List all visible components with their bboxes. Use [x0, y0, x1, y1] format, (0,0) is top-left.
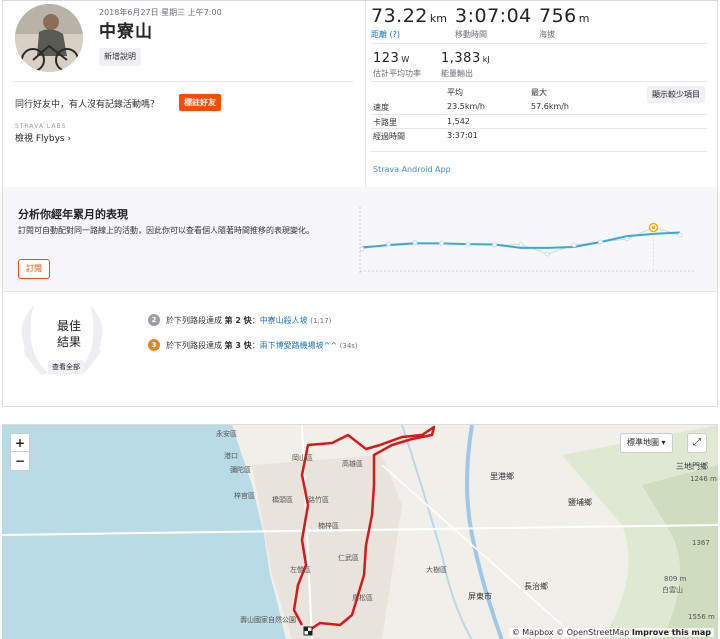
map-label: 彌陀區: [230, 466, 251, 474]
analysis-description: 訂閱可自動配對同一路線上的活動，因此你可以查看個人隨著時間推移的表現變化。: [18, 226, 314, 235]
add-description-button[interactable]: 新增說明: [99, 48, 141, 66]
map-label: 梓官區: [234, 492, 255, 500]
divider: [3, 291, 717, 292]
medal-icon: 2: [148, 314, 160, 326]
distance-help-link[interactable]: 距離 (?): [371, 29, 447, 40]
table-header-max: 最大: [531, 88, 547, 97]
map-label: 鹽埔鄉: [568, 498, 592, 507]
map-label: 橋頭區: [272, 496, 293, 504]
table-header-avg: 平均: [447, 88, 463, 97]
fullscreen-icon[interactable]: ⤢: [687, 433, 707, 453]
table-row-label: 卡路里: [373, 118, 397, 127]
improve-map-link[interactable]: Improve this map: [632, 628, 711, 637]
device-link[interactable]: Strava Android App: [373, 165, 451, 174]
map-label: 里港鄉: [490, 472, 514, 481]
trend-point: [545, 251, 550, 257]
map-label: 港口: [224, 452, 238, 460]
map-label: 左營區: [290, 566, 311, 574]
table-cell: 23.5km/h: [447, 102, 486, 111]
zoom-out-button[interactable]: −: [11, 452, 29, 470]
map-label: 永安區: [216, 430, 237, 438]
trend-point: [465, 241, 471, 247]
trend-point: [571, 242, 577, 248]
strava-labs-label: STRAVA LABS: [15, 123, 67, 130]
stat-distance: 73.22 km 距離 (?): [371, 5, 447, 40]
trend-point: [677, 232, 683, 238]
activity-title[interactable]: 中寮山: [99, 17, 153, 42]
map-label: 長治鄉: [524, 582, 548, 591]
trend-point: [412, 240, 418, 245]
trend-point: [492, 242, 497, 248]
map-label: 高雄區: [342, 460, 363, 468]
route-map[interactable]: 永安區 港口 彌陀區 梓官區 橋頭區 高雄區 岡山區 路竹區 楠梓區 仁武區 左…: [2, 424, 718, 639]
divider: [365, 1, 366, 187]
performance-trend-chart[interactable]: [356, 205, 698, 275]
medal-icon: 3: [148, 339, 160, 351]
avatar[interactable]: [15, 4, 83, 72]
map-label: 楠梓區: [318, 522, 339, 530]
map-attribution: © Mapbox © OpenStreetMap Improve this ma…: [508, 628, 714, 637]
stat-energy: 1,383 kJ 能量輸出: [441, 51, 490, 78]
trend-raw-line: [361, 226, 681, 255]
map-label: 1246 m: [690, 475, 717, 483]
table-row-label: 速度: [373, 103, 389, 112]
table-cell: 1,542: [447, 117, 470, 126]
map-label: 三地門鄉: [676, 462, 708, 471]
view-all-button[interactable]: 查看全部: [48, 360, 84, 374]
subscribe-button[interactable]: 訂閱: [18, 259, 50, 279]
map-label: 1556 m: [688, 613, 715, 621]
river: [465, 425, 504, 639]
trend-point: [598, 239, 603, 245]
trend-point: [624, 236, 630, 242]
river: [401, 425, 473, 639]
analysis-title: 分析你經年累月的表現: [18, 208, 128, 221]
flybys-link[interactable]: 檢視 Flybys ›: [15, 131, 71, 144]
map-label: 1367: [692, 539, 710, 547]
map-label: 岡山區: [292, 454, 313, 462]
trend-point: [386, 241, 391, 247]
stat-moving-time: 3:07:04 移動時間: [455, 5, 532, 39]
map-label: 鳥松區: [352, 594, 373, 602]
stat-elevation: 756 m 海拔: [539, 5, 590, 39]
trend-point: [439, 241, 444, 246]
stat-power: 123 W 估計平均功率: [373, 51, 421, 78]
show-less-button[interactable]: 顯示較少項目: [647, 86, 705, 103]
map-label: 屏東市: [468, 592, 492, 601]
map-canvas[interactable]: [2, 425, 718, 639]
segment-link[interactable]: 中寮山殺人坡: [260, 316, 308, 325]
map-type-dropdown[interactable]: 標準地圖 ▾: [620, 433, 673, 453]
trend-point: [359, 246, 365, 252]
divider: [13, 81, 353, 82]
tag-friends-button[interactable]: 標註好友: [179, 94, 221, 111]
trend-current-point-dot: [651, 225, 656, 230]
map-label: 壽山國家自然公園: [240, 616, 296, 624]
best-results-title: 最佳 結果: [56, 319, 81, 349]
divider: [371, 114, 707, 115]
trend-point: [518, 242, 524, 247]
zoom-control: + −: [10, 433, 30, 471]
map-label: 大樹區: [426, 566, 447, 574]
table-cell: 3:37:01: [447, 131, 478, 140]
achievement-item: 2 於下列路段達成 第 2 快：中寮山殺人坡 (1:17): [148, 314, 331, 326]
divider: [371, 151, 707, 152]
zoom-in-button[interactable]: +: [11, 434, 29, 452]
divider: [371, 43, 707, 44]
map-label: 809 m: [664, 575, 687, 583]
map-label: 白雲山: [662, 586, 683, 594]
divider: [371, 81, 707, 82]
achievement-item: 3 於下列路段達成 第 3 快：兩下博愛路機場坡^^ (34s): [148, 339, 358, 351]
map-label: 仁武區: [338, 554, 359, 562]
divider: [371, 128, 707, 129]
table-row-label: 經過時間: [373, 132, 405, 141]
table-cell: 57.6km/h: [531, 102, 570, 111]
segment-link[interactable]: 兩下博愛路機場坡^^: [260, 341, 337, 350]
map-label: 路竹區: [308, 496, 329, 504]
friends-prompt: 同行好友中，有人沒有記錄活動嗎？: [15, 100, 160, 110]
